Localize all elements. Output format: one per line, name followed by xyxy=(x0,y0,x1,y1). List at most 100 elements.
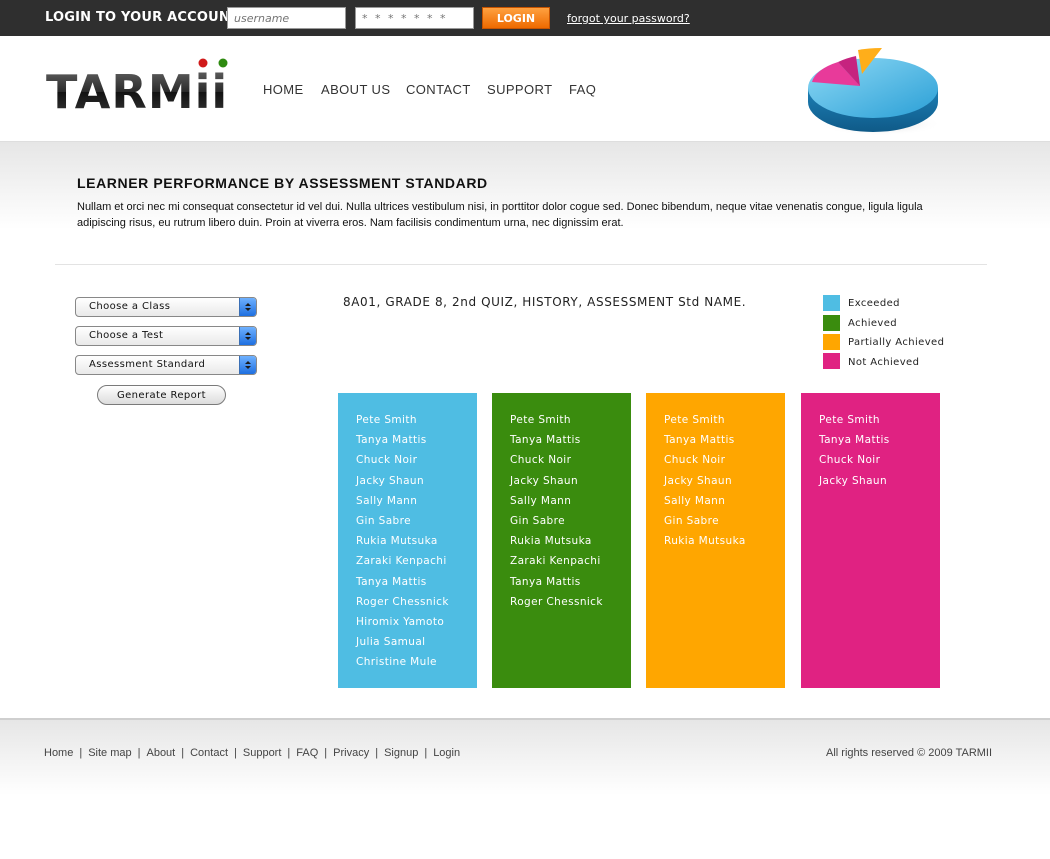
learner-name: Tanya Mattis xyxy=(819,434,890,447)
site-header: TARMii HOME ABOUT US CONTACT SUPPORT FAQ xyxy=(0,36,1050,142)
footer-link-home[interactable]: Home xyxy=(44,747,73,759)
learner-name: Roger Chessnick xyxy=(356,595,449,608)
logo-red-dot-icon xyxy=(198,58,208,68)
learner-name: Pete Smith xyxy=(356,414,417,426)
report-title: 8A01, GRADE 8, 2nd QUIZ, HISTORY, ASSESS… xyxy=(343,295,747,309)
learner-list-exceeded: Pete Smith Tanya Mattis Chuck Noir Jacky Sh… xyxy=(356,413,449,675)
learner-name: Tanya Mattis xyxy=(510,434,581,447)
footer-separator: | xyxy=(424,747,428,759)
learner-name: Tanya Mattis xyxy=(356,575,427,588)
updown-arrow-icon xyxy=(239,327,256,345)
copyright-text: All rights reserved © 2009 TARMII xyxy=(826,747,993,759)
legend-label-partially-achieved: Partially Achieved xyxy=(848,337,945,348)
legend-label-achieved: Achieved xyxy=(848,318,898,329)
footer-link-faq[interactable]: FAQ xyxy=(296,747,318,759)
learner-name: Chuck Noir xyxy=(356,454,418,467)
class-select[interactable]: Choose a Class xyxy=(75,297,257,317)
learner-list-not-achieved: Pete Smith Tanya Mattis Chuck Noir Jacky Sh… xyxy=(819,413,890,494)
footer-separator: | xyxy=(137,747,141,759)
footer-separator: | xyxy=(287,747,291,759)
learner-name: Chuck Noir xyxy=(510,454,572,467)
column-not-achieved: Pete Smith Tanya Mattis Chuck Noir Jacky Sh… xyxy=(801,393,940,688)
learner-name: Christine Mule xyxy=(356,656,437,669)
forgot-password-link[interactable]: forgot your password? xyxy=(567,12,690,25)
learner-name: Gin Sabre xyxy=(664,514,719,527)
learner-name: Jacky Shaun xyxy=(510,474,579,487)
class-select-label: Choose a Class xyxy=(89,301,171,312)
footer-link-about[interactable]: About xyxy=(146,747,175,759)
updown-arrow-icon xyxy=(239,356,256,374)
page-title: LEARNER PERFORMANCE BY ASSESSMENT STANDA… xyxy=(77,175,488,191)
learner-name: Rukia Mutsuka xyxy=(356,535,438,548)
learner-name: Julia Samual xyxy=(356,636,426,649)
section-divider xyxy=(55,264,987,265)
learner-name: Gin Sabre xyxy=(510,514,565,527)
learner-name: Sally Mann xyxy=(510,494,572,507)
column-exceeded: Pete Smith Tanya Mattis Chuck Noir Jacky Sh… xyxy=(338,393,477,688)
learner-name: Chuck Noir xyxy=(819,454,881,467)
nav-about-us[interactable]: ABOUT US xyxy=(321,82,390,97)
test-select[interactable]: Choose a Test xyxy=(75,326,257,346)
footer-link-privacy[interactable]: Privacy xyxy=(333,747,369,759)
learner-list-achieved: Pete Smith Tanya Mattis Chuck Noir Jacky Sh… xyxy=(510,413,603,615)
footer-link-contact[interactable]: Contact xyxy=(190,747,228,759)
tarmii-logo[interactable]: TARMii xyxy=(46,58,236,118)
learner-name: Pete Smith xyxy=(664,414,725,426)
login-button[interactable]: LOGIN xyxy=(482,7,550,29)
learner-name: Jacky Shaun xyxy=(664,474,733,487)
learner-name: Gin Sabre xyxy=(356,514,411,527)
page-description: Nullam et orci nec mi consequat consecte… xyxy=(77,201,923,229)
learner-name: Zaraki Kenpachi xyxy=(356,555,447,568)
learner-name: Tanya Mattis xyxy=(510,575,581,588)
learner-name: Pete Smith xyxy=(819,414,880,426)
column-partially-achieved: Pete Smith Tanya Mattis Chuck Noir Jacky Sh… xyxy=(646,393,785,688)
learner-name: Jacky Shaun xyxy=(356,474,425,487)
learner-name: Sally Mann xyxy=(664,494,726,507)
generate-report-button[interactable]: Generate Report xyxy=(97,385,226,405)
learner-name: Tanya Mattis xyxy=(664,434,735,447)
test-select-label: Choose a Test xyxy=(89,330,164,341)
learner-name: Rukia Mutsuka xyxy=(510,535,592,548)
footer-separator: | xyxy=(234,747,237,759)
learner-name: Zaraki Kenpachi xyxy=(510,555,601,568)
footer-separator: | xyxy=(375,747,379,759)
footer-link-signup[interactable]: Signup xyxy=(384,747,418,759)
footer-link-site-map[interactable]: Site map xyxy=(88,747,131,759)
legend-label-not-achieved: Not Achieved xyxy=(848,357,920,368)
legend-label-exceeded: Exceeded xyxy=(848,298,900,309)
legend-swatch-partially-achieved xyxy=(823,334,840,350)
legend-swatch-exceeded xyxy=(823,295,840,311)
footer-separator: | xyxy=(181,747,185,759)
learner-name: Jacky Shaun xyxy=(819,474,888,487)
nav-home[interactable]: HOME xyxy=(263,82,304,97)
footer-separator: | xyxy=(79,747,83,759)
legend-swatch-not-achieved xyxy=(823,353,840,369)
legend-swatch-achieved xyxy=(823,315,840,331)
standard-select-label: Assessment Standard xyxy=(89,359,206,370)
pie-chart-icon xyxy=(808,47,942,136)
footer-link-support[interactable]: Support xyxy=(243,747,282,759)
login-bar: LOGIN TO YOUR ACCOUNT LOGIN forgot your … xyxy=(0,0,1050,36)
username-input[interactable] xyxy=(227,7,346,29)
nav-faq[interactable]: FAQ xyxy=(569,82,596,97)
learner-name: Chuck Noir xyxy=(664,454,726,467)
learner-list-partially-achieved: Pete Smith Tanya Mattis Chuck Noir Jacky Sh… xyxy=(664,413,746,554)
nav-support[interactable]: SUPPORT xyxy=(487,82,552,97)
logo-green-dot-icon xyxy=(218,58,228,68)
learner-name: Sally Mann xyxy=(356,494,418,507)
footer-links: Home | Site map | About | Contact | Support | FAQ |… xyxy=(44,747,460,759)
learner-name: Hiromix Yamoto xyxy=(356,615,445,628)
learner-name: Roger Chessnick xyxy=(510,595,603,608)
learner-name: Tanya Mattis xyxy=(356,434,427,447)
nav-contact[interactable]: CONTACT xyxy=(406,82,471,97)
footer-separator: | xyxy=(324,747,328,759)
standard-select[interactable]: Assessment Standard xyxy=(75,355,257,375)
learner-name: Pete Smith xyxy=(510,414,571,426)
password-input[interactable] xyxy=(355,7,474,29)
updown-arrow-icon xyxy=(239,298,256,316)
learner-name: Rukia Mutsuka xyxy=(664,535,746,548)
login-title: LOGIN TO YOUR ACCOUNT xyxy=(45,10,240,25)
column-achieved: Pete Smith Tanya Mattis Chuck Noir Jacky Sh… xyxy=(492,393,631,688)
footer-link-login[interactable]: Login xyxy=(433,747,460,759)
logo-text: TARMii xyxy=(46,65,228,118)
